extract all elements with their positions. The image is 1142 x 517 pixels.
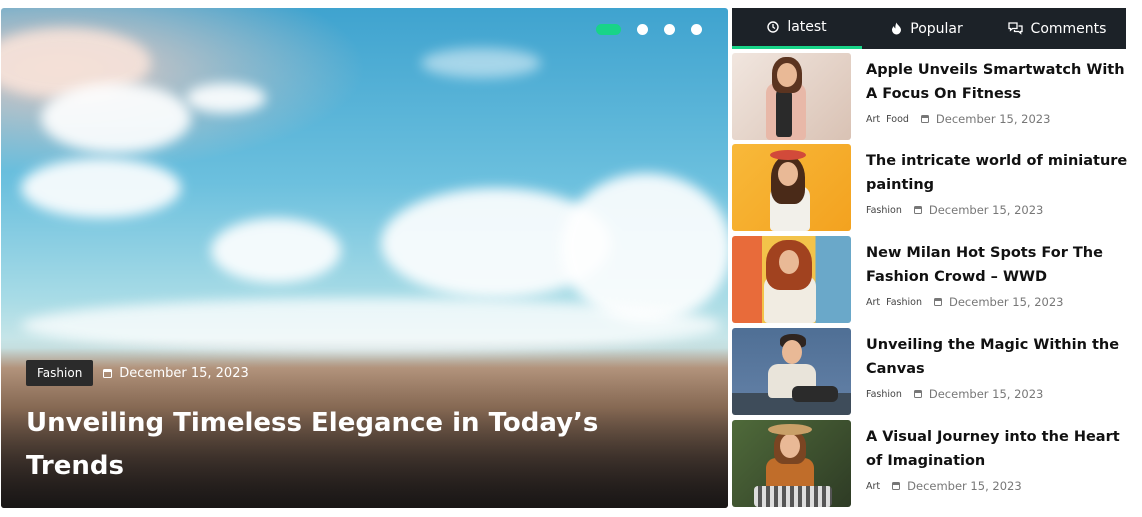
- cloud: [211, 218, 341, 283]
- post-category[interactable]: Art: [866, 114, 880, 125]
- post-category[interactable]: Fashion: [886, 297, 922, 308]
- post-thumbnail[interactable]: [732, 236, 851, 323]
- slider-dot-1[interactable]: [596, 24, 621, 35]
- post-date-text: December 15, 2023: [928, 387, 1044, 401]
- post-category[interactable]: Art: [866, 297, 880, 308]
- sidebar-tabs: latest Popular Comments: [732, 8, 1126, 49]
- clock-icon: [767, 21, 780, 33]
- hero-title[interactable]: Unveiling Timeless Elegance in Today’s T…: [26, 402, 626, 488]
- post-thumbnail[interactable]: [732, 53, 851, 140]
- hero-meta: Fashion December 15, 2023: [26, 360, 249, 386]
- cloud: [421, 48, 541, 78]
- post-date-text: December 15, 2023: [928, 203, 1044, 217]
- post-category[interactable]: Art: [866, 481, 880, 492]
- post-meta: Fashion December 15, 2023: [866, 387, 1132, 401]
- post-category[interactable]: Fashion: [866, 205, 902, 216]
- post-date: December 15, 2023: [920, 112, 1051, 126]
- post-title[interactable]: New Milan Hot Spots For The Fashion Crow…: [866, 242, 1132, 289]
- list-item: Unveiling the Magic Within the Canvas Fa…: [732, 328, 1132, 415]
- tab-popular-label: Popular: [910, 20, 963, 37]
- post-info: A Visual Journey into the Heart of Imagi…: [866, 426, 1132, 493]
- post-title[interactable]: The intricate world of miniature paintin…: [866, 150, 1132, 197]
- post-category[interactable]: Fashion: [866, 389, 902, 400]
- post-date-text: December 15, 2023: [907, 479, 1022, 493]
- post-date: December 15, 2023: [913, 387, 1044, 401]
- cloud: [21, 158, 181, 218]
- tab-latest-label: latest: [787, 19, 827, 35]
- post-category[interactable]: Food: [886, 114, 909, 125]
- list-item: A Visual Journey into the Heart of Imagi…: [732, 420, 1132, 507]
- fire-icon: [891, 22, 902, 35]
- post-title[interactable]: Apple Unveils Smartwatch With A Focus On…: [866, 59, 1132, 106]
- post-thumbnail[interactable]: [732, 144, 851, 231]
- post-date: December 15, 2023: [934, 295, 1064, 309]
- list-item: Apple Unveils Smartwatch With A Focus On…: [732, 53, 1132, 140]
- hero-date: December 15, 2023: [103, 365, 249, 381]
- list-item: New Milan Hot Spots For The Fashion Crow…: [732, 236, 1132, 323]
- post-thumbnail[interactable]: [732, 328, 851, 415]
- comments-icon: [1007, 22, 1023, 35]
- calendar-icon: [920, 115, 929, 123]
- calendar-icon: [103, 368, 113, 378]
- post-info: New Milan Hot Spots For The Fashion Crow…: [866, 242, 1132, 309]
- slider-dot-2[interactable]: [637, 24, 648, 35]
- post-info: Apple Unveils Smartwatch With A Focus On…: [866, 59, 1132, 126]
- post-title[interactable]: A Visual Journey into the Heart of Imagi…: [866, 426, 1132, 473]
- post-meta: Fashion December 15, 2023: [866, 203, 1132, 217]
- post-thumbnail[interactable]: [732, 420, 851, 507]
- post-meta: Art December 15, 2023: [866, 479, 1132, 493]
- cloud: [186, 83, 266, 113]
- list-item: The intricate world of miniature paintin…: [732, 144, 1132, 231]
- cloud: [41, 83, 191, 153]
- calendar-icon: [913, 206, 922, 214]
- tab-comments[interactable]: Comments: [992, 8, 1122, 49]
- post-title[interactable]: Unveiling the Magic Within the Canvas: [866, 334, 1132, 381]
- hero-category-badge[interactable]: Fashion: [26, 360, 94, 386]
- hero-date-text: December 15, 2023: [119, 365, 249, 381]
- post-meta: Art Food December 15, 2023: [866, 112, 1132, 126]
- post-date-text: December 15, 2023: [949, 295, 1064, 309]
- tab-comments-label: Comments: [1030, 20, 1107, 37]
- tab-latest[interactable]: latest: [732, 8, 862, 49]
- slider-dots: [596, 24, 702, 35]
- slider-dot-3[interactable]: [664, 24, 675, 35]
- calendar-icon: [934, 298, 942, 306]
- calendar-icon: [913, 390, 922, 398]
- tab-popular[interactable]: Popular: [862, 8, 992, 49]
- post-info: The intricate world of miniature paintin…: [866, 150, 1132, 217]
- cloud: [561, 173, 728, 323]
- post-date: December 15, 2023: [913, 203, 1044, 217]
- hero-slide[interactable]: Fashion December 15, 2023 Unveiling Time…: [1, 8, 728, 508]
- calendar-icon: [892, 482, 901, 490]
- post-date: December 15, 2023: [892, 479, 1022, 493]
- post-date-text: December 15, 2023: [935, 112, 1051, 126]
- post-info: Unveiling the Magic Within the Canvas Fa…: [866, 334, 1132, 401]
- slider-dot-4[interactable]: [691, 24, 702, 35]
- post-meta: Art Fashion December 15, 2023: [866, 295, 1132, 309]
